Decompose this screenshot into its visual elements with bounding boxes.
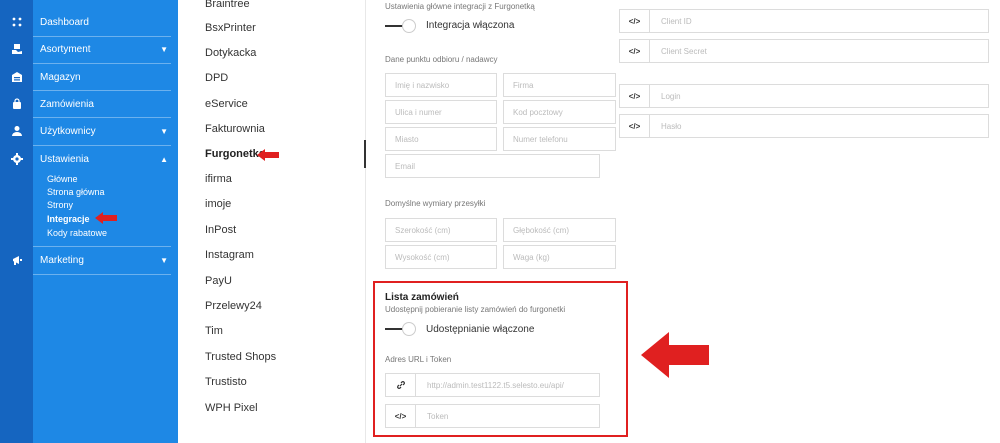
password-placeholder: Hasło — [661, 121, 682, 131]
chevron-down-icon: ▼ — [160, 255, 168, 265]
pickup-label: Dane punktu odbioru / nadawcy — [385, 55, 498, 64]
code-icon: </> — [620, 85, 650, 107]
integration-item[interactable]: imoje — [205, 198, 231, 210]
postcode-input[interactable]: Kod pocztowy — [503, 100, 616, 124]
integration-item[interactable]: Fakturownia — [205, 123, 265, 135]
client-id-placeholder: Client ID — [661, 16, 692, 26]
orders-title: Lista zamówień — [385, 292, 459, 303]
nav-magazyn[interactable]: Magazyn — [40, 68, 172, 86]
integrations-list: Braintree BsxPrinter Dotykacka DPD eServ… — [178, 0, 366, 443]
code-icon: </> — [620, 40, 650, 62]
integration-item[interactable]: PayU — [205, 275, 232, 287]
nav-sub-glowne[interactable]: Główne — [47, 174, 78, 184]
annotation-arrow-left-icon — [95, 212, 117, 224]
nav-divider — [33, 90, 171, 91]
nav-ustawienia[interactable]: Ustawienia ▲ — [40, 150, 172, 168]
integration-item[interactable]: Przelewy24 — [205, 300, 262, 312]
integration-item[interactable]: DPD — [205, 72, 228, 84]
chevron-down-icon: ▼ — [160, 126, 168, 136]
integration-item[interactable]: Braintree — [205, 0, 250, 10]
nav-sub-kody-rabatowe[interactable]: Kody rabatowe — [47, 228, 107, 238]
nav-uzytkownicy[interactable]: Użytkownicy ▼ — [40, 122, 172, 140]
client-secret-placeholder: Client Secret — [661, 46, 707, 56]
integration-item[interactable]: eService — [205, 98, 248, 110]
user-icon[interactable] — [0, 122, 33, 140]
orders-toggle-label: Udostępnianie włączone — [426, 324, 535, 335]
client-secret-field[interactable]: </> Client Secret — [619, 39, 989, 63]
nav-zamowienia[interactable]: Zamówienia — [40, 95, 172, 113]
login-field[interactable]: </> Login — [619, 84, 989, 108]
integration-item[interactable]: BsxPrinter — [205, 22, 256, 34]
email-input[interactable]: Email — [385, 154, 600, 178]
integration-item[interactable]: ifirma — [205, 173, 232, 185]
nav-dashboard[interactable]: Dashboard — [40, 13, 172, 31]
active-indicator — [364, 140, 366, 168]
chevron-up-icon: ▲ — [160, 154, 168, 164]
integration-item[interactable]: Dotykacka — [205, 47, 256, 59]
integration-item[interactable]: WPH Pixel — [205, 402, 258, 414]
nav-divider — [33, 274, 171, 275]
nav-sub-integracje[interactable]: Integracje — [47, 214, 90, 224]
orders-description: Udostępnij pobieranie listy zamówień do … — [385, 305, 566, 314]
client-id-field[interactable]: </> Client ID — [619, 9, 989, 33]
annotation-arrow-left-icon — [257, 149, 279, 161]
api-url-placeholder: http://admin.test1122.t5.selesto.eu/api/ — [427, 380, 564, 390]
weight-input[interactable]: Waga (kg) — [503, 245, 616, 269]
icon-rail — [0, 0, 33, 443]
nav-divider — [33, 117, 171, 118]
dimensions-label: Domyślne wymiary przesyłki — [385, 199, 486, 208]
nav-divider — [33, 246, 171, 247]
login-placeholder: Login — [661, 91, 681, 101]
width-input[interactable]: Szerokość (cm) — [385, 218, 497, 242]
nav-divider — [33, 36, 171, 37]
shopping-bag-icon[interactable] — [0, 95, 33, 113]
integration-item[interactable]: InPost — [205, 224, 236, 236]
integration-item-active[interactable]: Furgonetka — [205, 148, 265, 160]
street-input[interactable]: Ulica i numer — [385, 100, 497, 124]
company-input[interactable]: Firma — [503, 73, 616, 97]
url-token-label: Adres URL i Token — [385, 355, 452, 364]
integration-item[interactable]: Tim — [205, 325, 223, 337]
integration-toggle-label: Integracja włączona — [426, 20, 515, 31]
code-icon: </> — [620, 10, 650, 32]
phone-input[interactable]: Numer telefonu — [503, 127, 616, 151]
token-field[interactable]: </> Token — [385, 404, 600, 428]
password-field[interactable]: </> Hasło — [619, 114, 989, 138]
sidebar-nav: Dashboard Asortyment ▼ Magazyn Zamówienia… — [33, 0, 178, 443]
nav-sub-strona-glowna[interactable]: Strona główna — [47, 187, 105, 197]
link-icon — [386, 374, 416, 396]
gear-icon[interactable] — [0, 150, 33, 168]
api-url-field[interactable]: http://admin.test1122.t5.selesto.eu/api/ — [385, 373, 600, 397]
integration-item[interactable]: Trusted Shops — [205, 351, 276, 363]
hand-box-icon[interactable] — [0, 40, 33, 58]
grid-icon[interactable] — [0, 13, 33, 31]
token-placeholder: Token — [427, 411, 449, 421]
nav-divider — [33, 145, 171, 146]
integration-item[interactable]: Trustisto — [205, 376, 247, 388]
megaphone-icon[interactable] — [0, 251, 33, 269]
nav-sub-strony[interactable]: Strony — [47, 200, 73, 210]
orders-toggle[interactable] — [385, 322, 419, 336]
code-icon: </> — [620, 115, 650, 137]
nav-asortyment[interactable]: Asortyment ▼ — [40, 40, 172, 58]
main-settings-label: Ustawienia główne integracji z Furgonetk… — [385, 2, 535, 11]
nav-marketing[interactable]: Marketing ▼ — [40, 251, 172, 269]
code-icon: </> — [386, 405, 416, 427]
name-input[interactable]: Imię i nazwisko — [385, 73, 497, 97]
integration-toggle[interactable] — [385, 19, 419, 33]
nav-divider — [33, 63, 171, 64]
warehouse-icon[interactable] — [0, 68, 33, 86]
city-input[interactable]: Miasto — [385, 127, 497, 151]
depth-input[interactable]: Głębokość (cm) — [503, 218, 616, 242]
annotation-arrow-left-icon — [641, 332, 709, 378]
chevron-down-icon: ▼ — [160, 44, 168, 54]
height-input[interactable]: Wysokość (cm) — [385, 245, 497, 269]
integration-item[interactable]: Instagram — [205, 249, 254, 261]
